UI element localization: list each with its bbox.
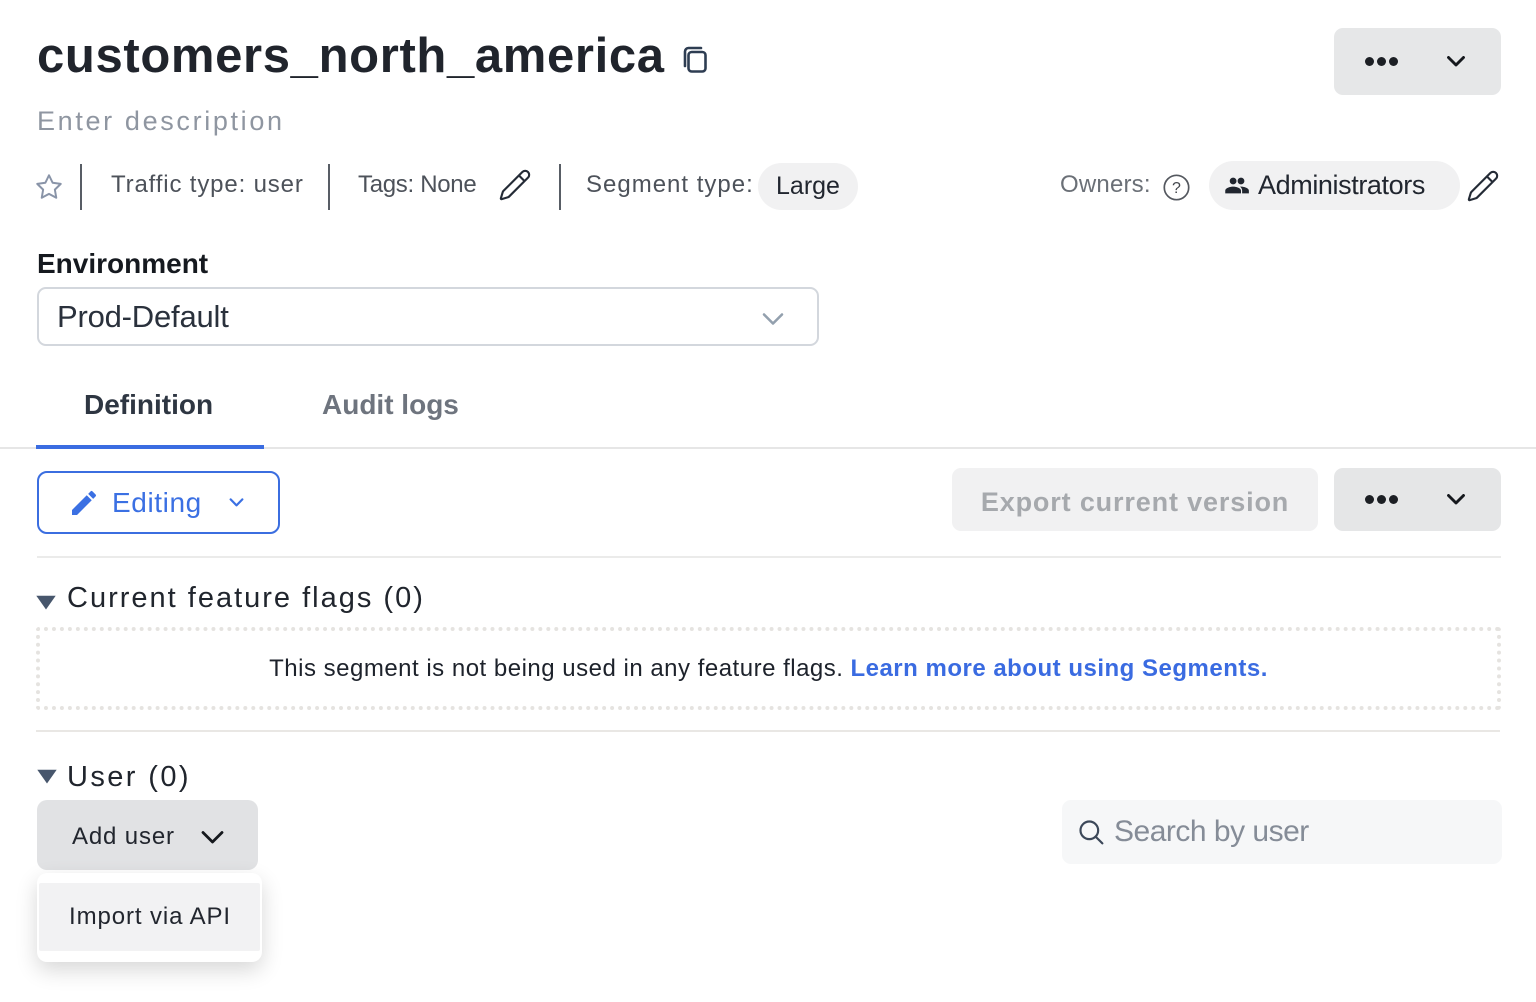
svg-text:?: ? (1172, 180, 1181, 197)
